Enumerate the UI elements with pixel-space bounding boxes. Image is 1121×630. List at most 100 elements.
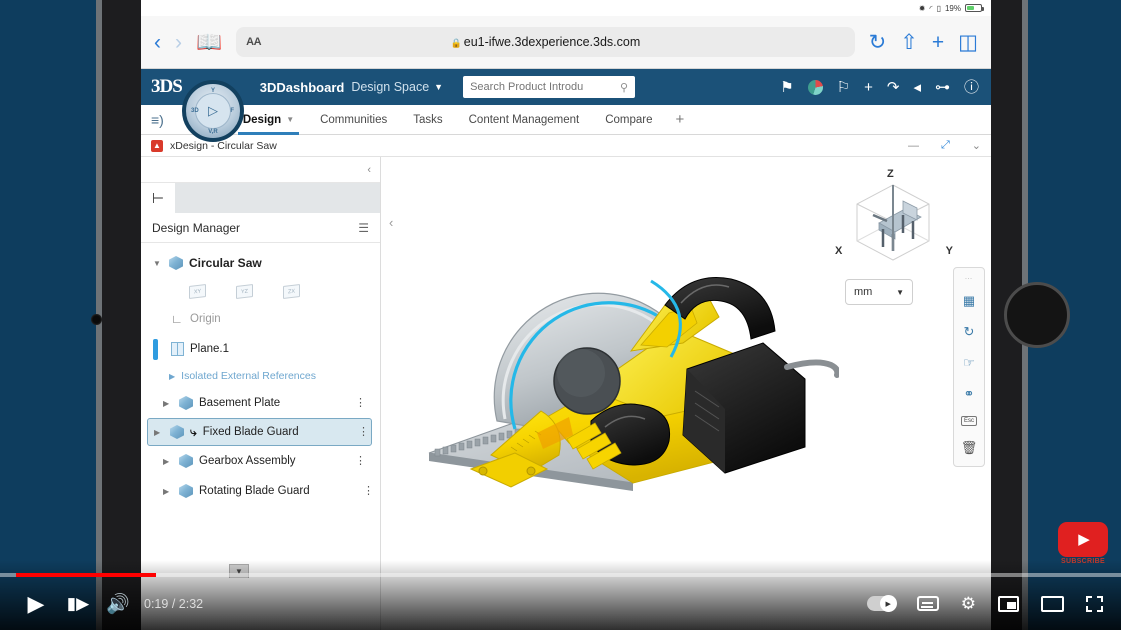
bookmark-icon[interactable]: ⚐ <box>837 80 850 95</box>
lock-icon: 🔒 <box>450 38 462 48</box>
tree-node-isolated-refs[interactable]: ▶ Isolated External References <box>141 364 380 388</box>
plane-yz-icon[interactable]: YZ <box>236 283 253 299</box>
view-orientation-cube[interactable]: Z X Y <box>835 168 953 271</box>
chevron-right-icon[interactable]: ▶ <box>163 457 173 466</box>
kebab-menu-icon[interactable]: ⋮ <box>355 398 366 409</box>
units-dropdown[interactable]: mm ▼ <box>845 279 913 305</box>
tab-label: Design <box>242 113 282 126</box>
origin-axis-icon: ∟ <box>171 312 183 326</box>
theater-mode-icon[interactable] <box>1041 595 1064 612</box>
people-icon[interactable]: ⊶ <box>935 80 950 95</box>
kebab-menu-icon[interactable]: ⋮ <box>358 427 369 438</box>
pick-filter-icon[interactable]: ☞ <box>960 354 978 372</box>
section-view-icon[interactable]: ▦ <box>960 292 978 310</box>
grip-handle[interactable]: … <box>965 273 974 281</box>
chevron-down-icon[interactable]: ▼ <box>896 288 904 297</box>
plus-icon[interactable]: + <box>864 80 873 95</box>
tree-node-origin[interactable]: ∟ Origin <box>141 304 380 334</box>
delete-icon[interactable]: 🗑 <box>960 439 978 457</box>
youtube-play-icon[interactable]: ▶ <box>1058 521 1108 557</box>
share-arrow-icon[interactable]: ↷ <box>887 80 900 95</box>
kebab-menu-icon[interactable]: ⋮ <box>355 456 366 467</box>
dashboard-tab-bar: ≡) Design ▼ Communities Tasks Content Ma… <box>141 105 991 135</box>
plane-icon <box>171 342 184 356</box>
measure-icon[interactable]: ⚭ <box>960 385 978 403</box>
bookmarks-icon[interactable]: 📖 <box>196 32 222 53</box>
escape-icon[interactable]: Esc <box>960 416 977 426</box>
reload-icon[interactable]: ↻ <box>869 32 887 53</box>
chevron-down-icon[interactable]: ▼ <box>235 567 243 576</box>
chevron-left-icon[interactable]: ‹ <box>389 215 393 230</box>
dashboard-space-name[interactable]: Design Space <box>351 80 429 94</box>
chevron-right-icon[interactable]: ▶ <box>154 428 164 437</box>
tab-tasks[interactable]: Tasks <box>400 105 455 135</box>
tab-communities[interactable]: Communities <box>307 105 400 135</box>
tree-node-plane1[interactable]: Plane.1 <box>141 334 380 364</box>
panel-collapse[interactable]: ‹ <box>141 157 380 183</box>
bluetooth-icon: ✹ <box>918 3 926 13</box>
chevron-left-icon[interactable]: ‹ <box>367 164 371 176</box>
chevron-right-icon[interactable]: ▶ <box>169 372 175 381</box>
plane-xy-icon[interactable]: XY <box>189 283 206 299</box>
chevron-right-icon[interactable]: ▶ <box>163 487 173 496</box>
edit-in-context-icon: ⤷ <box>190 424 197 439</box>
add-tab-icon[interactable]: + <box>666 111 695 128</box>
tab-label: Communities <box>320 113 388 126</box>
minimize-icon[interactable]: — <box>908 140 919 152</box>
chevron-down-icon[interactable]: ▼ <box>434 82 443 92</box>
xdesign-title-bar: ▲ xDesign - Circular Saw — ⤢ ⌄ <box>141 135 991 157</box>
address-bar[interactable]: AA 🔒 eu1-ifwe.3dexperience.3ds.com <box>236 27 855 57</box>
kebab-menu-icon[interactable]: ⋮ <box>363 486 374 497</box>
play-icon[interactable]: ▶ <box>14 591 58 617</box>
chevron-down-icon[interactable]: ⌄ <box>972 139 981 152</box>
new-tab-icon[interactable]: + <box>932 32 944 53</box>
tree-node-label: Basement Plate <box>199 397 281 409</box>
help-icon[interactable]: ⓘ <box>964 80 979 95</box>
tab-content-management[interactable]: Content Management <box>456 105 593 135</box>
tree-node-label: Rotating Blade Guard <box>199 485 310 497</box>
compass-nav-wheel[interactable]: Y V,R 3D F ▷ <box>182 80 244 142</box>
home-button[interactable] <box>1004 282 1070 348</box>
back-icon[interactable]: ‹ <box>154 32 161 53</box>
xdesign-window-title: xDesign - Circular Saw <box>170 139 277 152</box>
units-value: mm <box>854 286 873 298</box>
subscribe-watermark[interactable]: ▶ SUBSCRIBE <box>1054 517 1112 569</box>
nav-cube-svg <box>856 184 930 261</box>
tree-node-rotating-blade-guard[interactable]: ▶ Rotating Blade Guard ⋮ <box>141 476 380 506</box>
share-icon[interactable]: ⇧ <box>900 32 918 53</box>
tree-node-gearbox-assembly[interactable]: ▶ Gearbox Assembly ⋮ <box>141 446 380 476</box>
product-search[interactable]: ⚲ <box>463 76 636 98</box>
hamburger-icon[interactable]: ☰ <box>358 221 369 235</box>
share-network-icon[interactable]: ◂ <box>913 80 921 95</box>
tab-label: Tasks <box>413 113 443 126</box>
window-controls: — ⤢ ⌄ <box>908 139 981 152</box>
tree-node-basement-plate[interactable]: ▶ Basement Plate ⋮ <box>141 388 380 418</box>
search-icon[interactable]: ⚲ <box>620 81 628 94</box>
chevron-down-icon[interactable]: ▼ <box>153 259 163 268</box>
battery-percent: 19% <box>944 3 961 13</box>
xdesign-app-icon: ▲ <box>151 139 163 152</box>
tree-node-label: Origin <box>190 313 221 325</box>
next-track-icon[interactable]: ▮▶ <box>58 594 98 614</box>
panel-tab-strip: ⊢ <box>141 183 380 213</box>
hamburger-icon[interactable]: ≡) <box>151 112 164 128</box>
design-tree-icon[interactable]: ⊢ <box>141 183 175 213</box>
tree-node-fixed-blade-guard[interactable]: ▶ ⤷ Fixed Blade Guard ⋮ <box>147 418 372 446</box>
search-input[interactable] <box>470 81 621 93</box>
tree-root-circular-saw[interactable]: ▼ Circular Saw <box>141 248 380 278</box>
wheel-label-bottom: V,R <box>208 129 218 135</box>
tag-icon[interactable]: ⚑ <box>780 80 793 95</box>
compass-avatar-icon[interactable] <box>807 79 823 95</box>
tabs-icon[interactable]: ◫ <box>958 32 978 53</box>
restore-icon[interactable]: ⤢ <box>941 139 950 152</box>
plane-zx-icon[interactable]: ZX <box>283 283 300 299</box>
chevron-right-icon[interactable]: ▶ <box>163 399 173 408</box>
rotate-lock-icon[interactable]: ↻ <box>960 323 978 341</box>
fullscreen-icon[interactable] <box>1086 595 1103 612</box>
3d-viewport[interactable]: ‹ Z X Y mm ▼ … ▦ ↻ ☞ ⚭ Esc 🗑 <box>381 157 991 630</box>
ribbon-collapse-button[interactable]: ▼ <box>229 564 249 578</box>
circular-saw-3d-model[interactable] <box>419 221 839 511</box>
forward-icon[interactable]: › <box>175 32 182 53</box>
chevron-down-icon[interactable]: ▼ <box>286 115 294 124</box>
tab-compare[interactable]: Compare <box>592 105 665 135</box>
